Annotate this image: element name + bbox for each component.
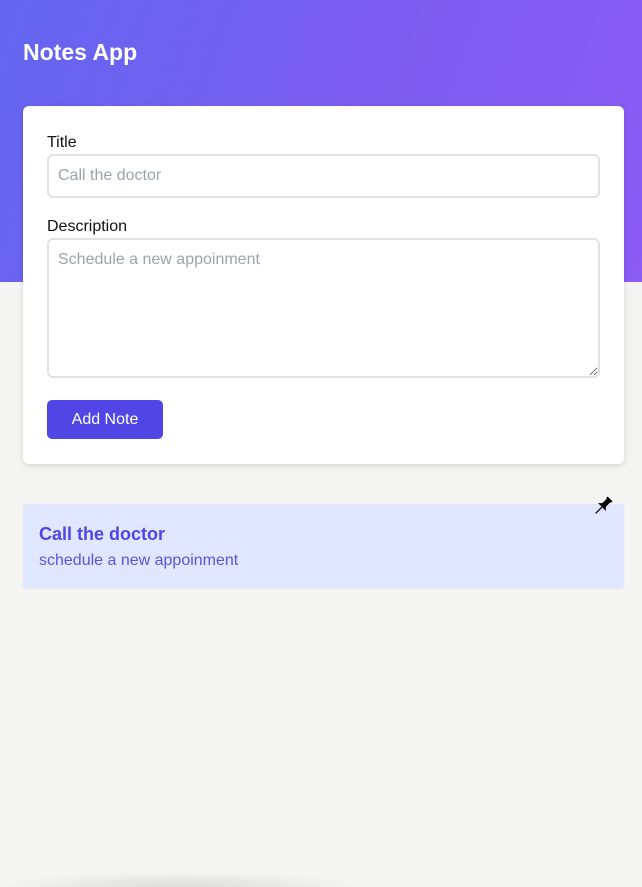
bottom-shadow xyxy=(0,872,360,887)
note-card: Call the doctor schedule a new appoinmen… xyxy=(23,496,624,588)
note-title: Call the doctor xyxy=(39,524,166,544)
add-note-button[interactable]: Add Note xyxy=(47,400,163,439)
app-title: Notes App xyxy=(23,39,138,65)
note-description: schedule a new appoinment xyxy=(39,552,239,569)
title-input[interactable] xyxy=(47,154,600,198)
description-textarea[interactable] xyxy=(47,238,600,378)
description-label: Description xyxy=(47,218,128,235)
title-label: Title xyxy=(47,134,77,151)
pushpin-icon[interactable] xyxy=(590,493,616,519)
note-form: Title Description Add Note xyxy=(23,106,624,464)
